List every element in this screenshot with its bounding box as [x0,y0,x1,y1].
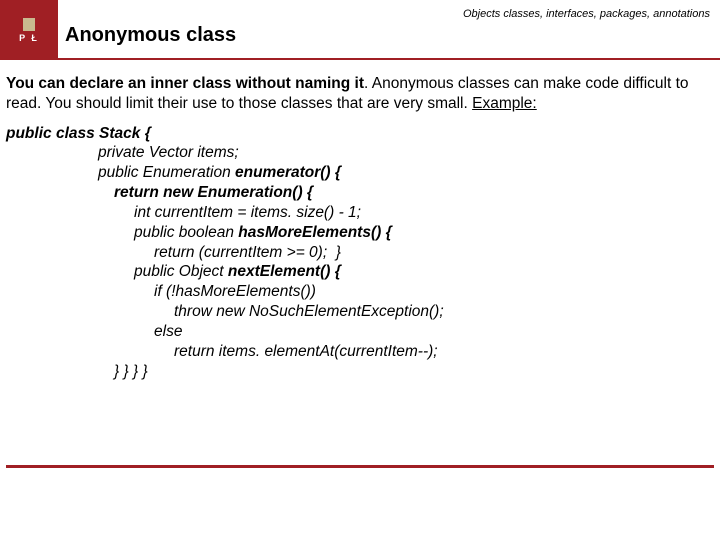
code-line: int currentItem = items. size() - 1; [6,203,710,223]
code-line: if (!hasMoreElements()) [6,282,710,302]
intro-lead: You can declare an inner class without n… [6,75,364,92]
slide: P Ł Objects classes, interfaces, package… [0,0,720,540]
logo-letters: P Ł [19,33,39,43]
university-logo: P Ł [0,0,58,60]
code-line: private Vector items; [6,143,710,163]
code-line: } } } } [6,362,710,382]
slide-header: P Ł Objects classes, interfaces, package… [0,0,720,60]
page-title: Anonymous class [65,24,236,47]
breadcrumb: Objects classes, interfaces, packages, a… [463,8,710,20]
example-label: Example: [472,95,537,112]
code-line: public Enumeration enumerator() { [6,163,710,183]
logo-emblem-icon [23,18,35,31]
slide-body: You can declare an inner class without n… [0,60,720,381]
code-line: public Object nextElement() { [6,262,710,282]
code-line: return (currentItem >= 0); } [6,243,710,263]
code-line: return items. elementAt(currentItem--); [6,342,710,362]
code-line: return new Enumeration() { [6,183,710,203]
header-divider [0,58,720,60]
code-line: throw new NoSuchElementException(); [6,302,710,322]
code-line: public class Stack { [6,124,710,144]
code-line: public boolean hasMoreElements() { [6,223,710,243]
footer-divider [6,465,714,468]
code-block: public class Stack { private Vector item… [6,124,710,382]
intro-paragraph: You can declare an inner class without n… [6,74,710,114]
code-line: else [6,322,710,342]
